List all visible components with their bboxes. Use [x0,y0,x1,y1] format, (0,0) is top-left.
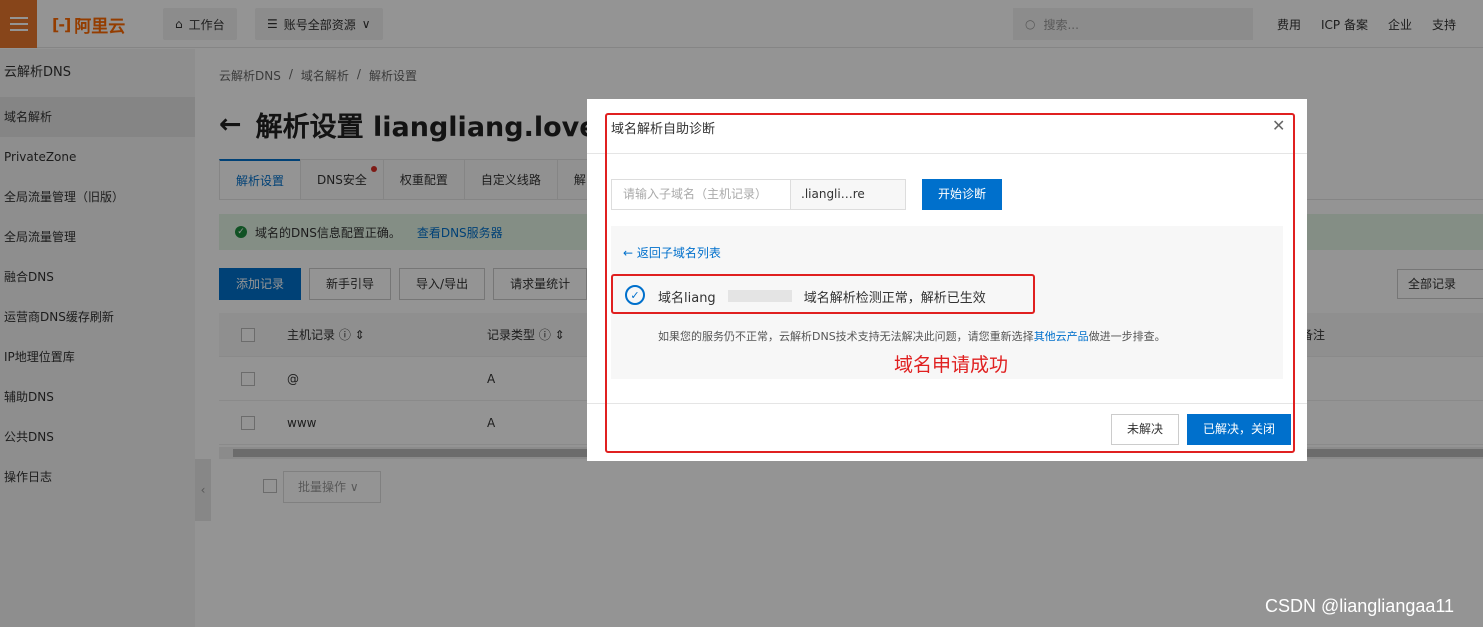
annotation-outline [605,113,1295,453]
watermark: CSDN @liangliangaa11 [1265,596,1455,616]
